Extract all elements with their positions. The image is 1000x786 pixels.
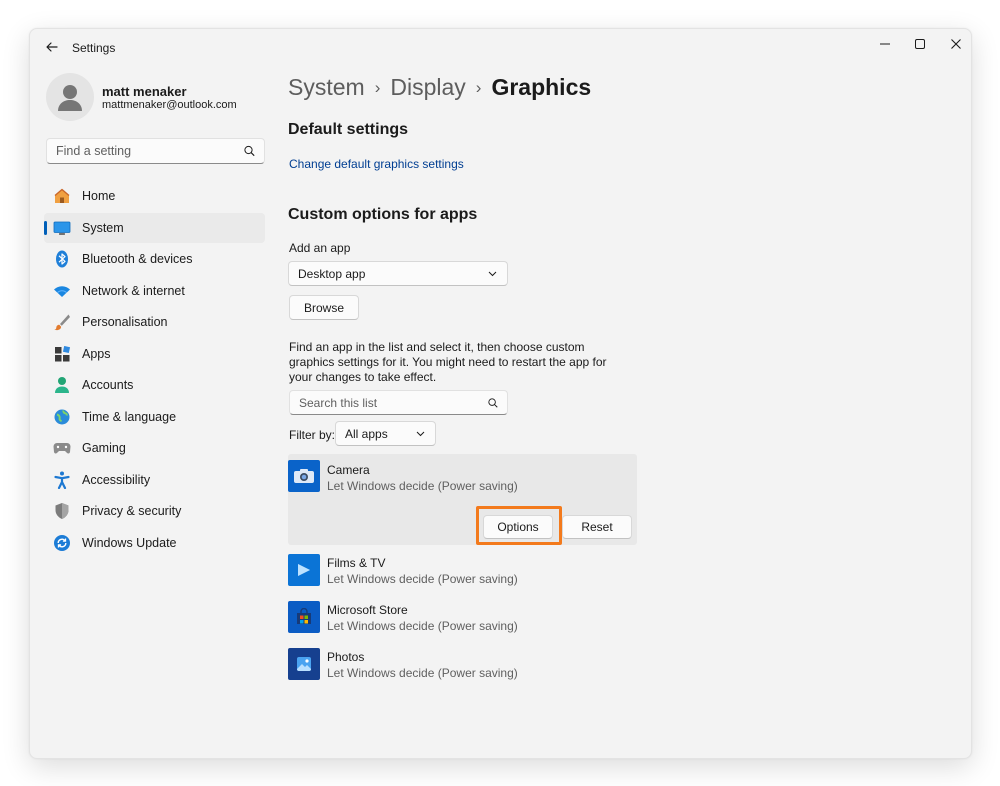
sidebar-item-gaming[interactable]: Gaming <box>44 433 265 463</box>
sidebar-item-accounts[interactable]: Accounts <box>44 370 265 400</box>
sidebar-item-label: Network & internet <box>82 284 185 298</box>
filter-value: All apps <box>345 426 388 441</box>
breadcrumb-system[interactable]: System <box>288 74 365 101</box>
sidebar-item-apps[interactable]: Apps <box>44 339 265 369</box>
sidebar-item-label: Personalisation <box>82 315 168 329</box>
accounts-icon <box>52 375 72 395</box>
sidebar-item-label: Gaming <box>82 441 126 455</box>
system-icon <box>52 218 72 238</box>
user-name: matt menaker <box>102 84 187 99</box>
brush-icon <box>52 312 72 332</box>
camera-icon <box>288 460 320 492</box>
search-icon <box>488 397 498 408</box>
sidebar-item-label: Bluetooth & devices <box>82 252 193 266</box>
chevron-down-icon <box>416 431 425 436</box>
sidebar-item-label: Accessibility <box>82 473 151 487</box>
films-tv-icon <box>288 554 320 586</box>
user-silhouette-icon <box>58 85 82 111</box>
avatar[interactable] <box>46 73 94 121</box>
options-highlight-frame <box>476 506 562 545</box>
chevron-down-icon <box>488 271 497 276</box>
sidebar-item-time-language[interactable]: Time & language <box>44 402 265 432</box>
app-card-camera[interactable]: Camera Let Windows decide (Power saving)… <box>288 454 637 545</box>
breadcrumb: System › Display › Graphics <box>288 74 591 101</box>
settings-window: Settings matt menaker mattmenaker@outloo… <box>29 28 972 759</box>
reset-button[interactable]: Reset <box>562 515 632 539</box>
maximize-button[interactable] <box>902 29 938 59</box>
globe-icon <box>52 407 72 427</box>
list-item[interactable]: Photos Let Windows decide (Power saving) <box>288 648 637 681</box>
close-icon <box>951 39 961 49</box>
bluetooth-icon <box>52 249 72 269</box>
sidebar-item-label: System <box>82 221 124 235</box>
photos-icon <box>288 648 320 680</box>
search-placeholder: Find a setting <box>56 144 132 158</box>
app-status: Let Windows decide (Power saving) <box>327 572 518 586</box>
window-title: Settings <box>72 41 116 55</box>
default-settings-heading: Default settings <box>288 121 409 138</box>
accessibility-icon <box>52 470 72 490</box>
minimize-icon <box>880 43 890 45</box>
minimize-button[interactable] <box>867 29 903 59</box>
sidebar-item-label: Apps <box>82 347 111 361</box>
list-search-placeholder: Search this list <box>299 395 378 410</box>
update-icon <box>52 533 72 553</box>
active-indicator <box>44 221 47 235</box>
list-search-input[interactable]: Search this list <box>289 390 508 415</box>
sidebar-item-personalisation[interactable]: Personalisation <box>44 307 265 337</box>
wifi-icon <box>52 281 72 301</box>
back-button[interactable] <box>42 38 62 56</box>
app-type-dropdown[interactable]: Desktop app <box>288 261 508 286</box>
apps-icon <box>52 344 72 364</box>
controller-icon <box>52 438 72 458</box>
app-name: Photos <box>327 650 365 664</box>
add-app-label: Add an app <box>289 241 351 255</box>
sidebar-item-privacy-security[interactable]: Privacy & security <box>44 496 265 526</box>
change-default-graphics-link[interactable]: Change default graphics settings <box>289 157 464 171</box>
instructions-text: Find an app in the list and select it, t… <box>289 340 607 384</box>
app-status: Let Windows decide (Power saving) <box>327 619 518 633</box>
maximize-icon <box>915 39 925 49</box>
breadcrumb-display[interactable]: Display <box>390 74 465 101</box>
sidebar-item-label: Home <box>82 189 116 203</box>
app-name: Microsoft Store <box>327 603 408 617</box>
browse-button[interactable]: Browse <box>289 295 359 320</box>
filter-dropdown[interactable]: All apps <box>335 421 436 446</box>
app-type-value: Desktop app <box>298 266 366 281</box>
sidebar-item-accessibility[interactable]: Accessibility <box>44 465 265 495</box>
user-email: mattmenaker@outlook.com <box>102 99 237 111</box>
app-status: Let Windows decide (Power saving) <box>327 479 518 493</box>
home-icon <box>52 186 72 206</box>
sidebar-item-system[interactable]: System <box>44 213 265 243</box>
app-name: Films & TV <box>327 556 386 570</box>
back-arrow-icon <box>46 42 58 52</box>
custom-options-heading: Custom options for apps <box>288 206 478 223</box>
chevron-right-icon: › <box>374 77 381 97</box>
chevron-right-icon: › <box>475 77 482 97</box>
app-name: Camera <box>327 463 370 477</box>
list-item[interactable]: Films & TV Let Windows decide (Power sav… <box>288 554 637 587</box>
sidebar-item-label: Accounts <box>82 378 134 392</box>
sidebar-item-network-internet[interactable]: Network & internet <box>44 276 265 306</box>
sidebar-item-label: Time & language <box>82 410 177 424</box>
breadcrumb-graphics: Graphics <box>491 74 592 100</box>
sidebar-item-label: Privacy & security <box>82 504 182 518</box>
list-item[interactable]: Microsoft Store Let Windows decide (Powe… <box>288 601 637 634</box>
close-button[interactable] <box>938 29 971 59</box>
filter-label: Filter by: <box>289 428 336 442</box>
shield-icon <box>52 501 72 521</box>
sidebar-item-home[interactable]: Home <box>44 181 265 211</box>
sidebar-item-bluetooth-devices[interactable]: Bluetooth & devices <box>44 244 265 274</box>
sidebar-item-windows-update[interactable]: Windows Update <box>44 528 265 558</box>
app-status: Let Windows decide (Power saving) <box>327 666 518 680</box>
sidebar-item-label: Windows Update <box>82 536 177 550</box>
search-icon <box>244 145 255 157</box>
store-icon <box>288 601 320 633</box>
settings-search-input[interactable]: Find a setting <box>46 138 265 164</box>
